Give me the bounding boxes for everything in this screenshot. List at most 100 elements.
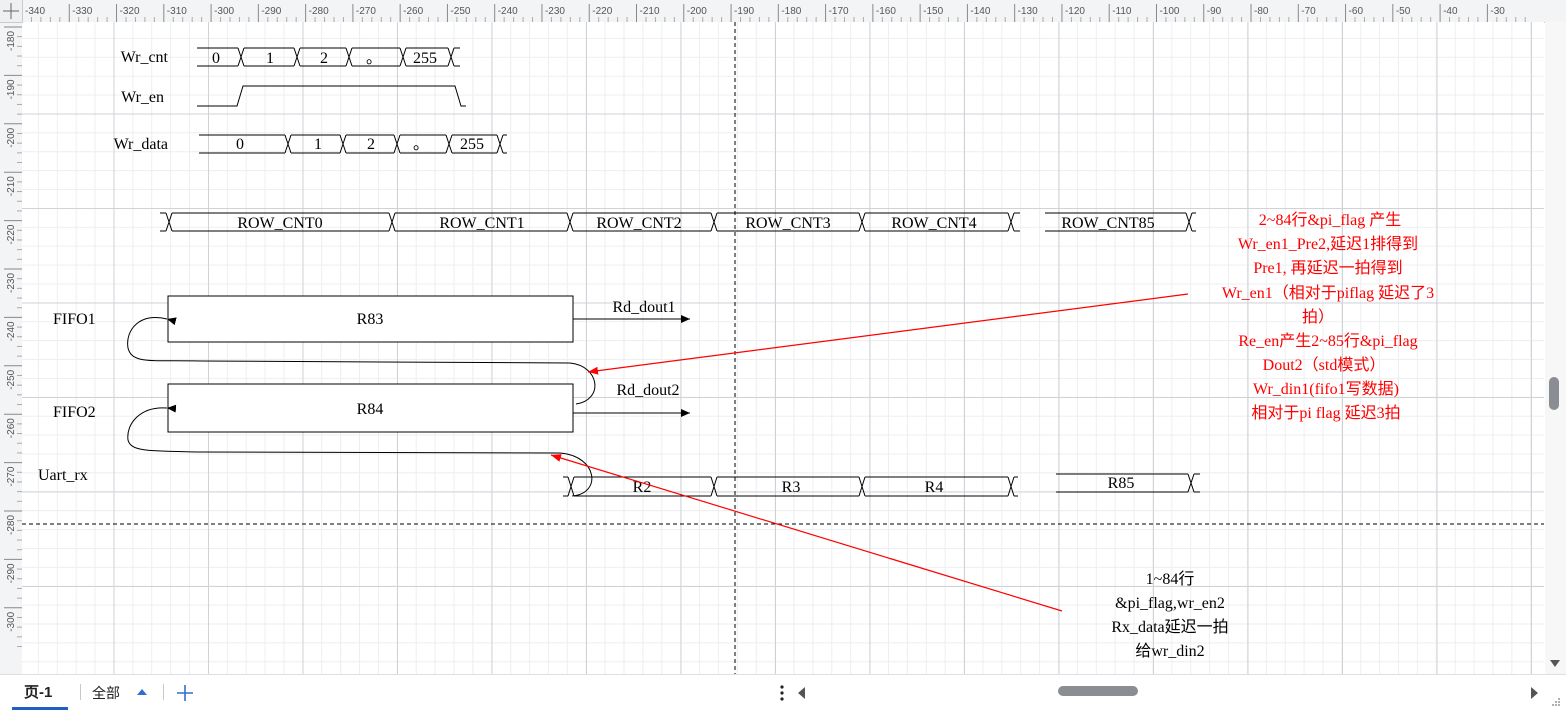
ruler-tick-label: -200 [6,127,17,147]
row-cnt-label: ROW_CNT4 [891,215,976,232]
ruler-tick-label: -290 [261,6,281,17]
ruler-tick-label: -180 [781,6,801,17]
ruler-tick-label: -170 [829,6,849,17]
black-note-line: &pi_flag,wr_en2 [1115,595,1225,612]
separator [163,684,164,700]
ruler-tick-label: -330 [72,6,92,17]
label-wr-en: Wr_en [121,89,164,106]
ruler-tick-label: -60 [1349,6,1364,17]
wr-data-value: 0 [236,136,244,153]
uart-row-label: R3 [782,479,801,496]
all-pages-button[interactable]: 全部 [92,681,158,703]
vertical-ruler-scale: -180 -190 -200 -210 -220 -230 -240 -250 -260 -270… [4,26,22,648]
ruler-tick-label: -160 [876,6,896,17]
drawing-canvas[interactable]: Wr_cnt Wr_en Wr_data FIFO1 FIFO2 Uart_rx… [22,22,1544,674]
label-fifo1: FIFO1 [53,311,96,328]
horizontal-scrollbar[interactable] [812,685,1524,699]
ruler-corner [0,0,23,23]
tab-page-1[interactable]: 页-1 [12,675,68,710]
red-annotation-note: 2~84行&pi_flag 产生 Wr_en1_Pre2,延迟1排得到 Pre1… [1222,211,1434,422]
wr-data-value: 255 [460,136,484,153]
wr-cnt-value: 2 [320,50,328,67]
red-note-line: Wr_din1(fifo1写数据) [1253,380,1399,398]
wr-data-value: 。 [413,136,429,153]
resize-grip-icon[interactable] [1551,697,1561,707]
label-uart-rx: Uart_rx [38,467,88,484]
red-note-line: 2~84行&pi_flag 产生 [1259,211,1401,229]
ruler-tick-label: -90 [1207,6,1222,17]
red-note-line: Dout2（std模式） [1263,356,1386,374]
ruler-tick-label: -70 [1301,6,1316,17]
timing-diagram: Wr_cnt Wr_en Wr_data FIFO1 FIFO2 Uart_rx… [22,22,1544,674]
uart-row-label: R2 [633,479,652,496]
fifo1-box-label: R83 [357,311,384,328]
fifo2-box-label: R84 [357,401,384,418]
status-bar: 页-1 全部 [0,674,1566,711]
ruler-tick-label: -110 [1112,6,1132,17]
ruler-tick-label: -180 [6,31,17,51]
ruler-tick-label: -130 [1018,6,1038,17]
red-pointer-arrow-lower [550,454,1063,612]
scroll-right-arrow-icon[interactable] [1528,686,1540,700]
ruler-tick-label: -270 [6,466,17,486]
vertical-scroll-thumb[interactable] [1549,377,1559,410]
ruler-tick-label: -300 [214,6,234,17]
wr-cnt-value: 。 [366,50,382,67]
ruler-tick-label: -50 [1396,6,1411,17]
ruler-tick-label: -270 [356,6,376,17]
row-cnt-label: ROW_CNT0 [237,215,322,232]
wr-cnt-value: 255 [413,50,437,67]
rd-dout2-label: Rd_dout2 [616,382,679,399]
tab-page-1-label: 页-1 [24,684,53,701]
red-note-line: 相对于pi flag 延迟3拍 [1251,404,1400,422]
ruler-tick-label: -30 [1490,6,1505,17]
row-cnt-label: ROW_CNT2 [596,215,681,232]
ruler-tick-label: -120 [1065,6,1085,17]
ruler-tick-label: -340 [25,6,45,17]
horizontal-scroll-thumb[interactable] [1058,686,1138,696]
row-cnt-label: ROW_CNT85 [1061,215,1154,232]
caret-up-icon [137,689,147,695]
ruler-tick-label: -260 [403,6,423,17]
ruler-tick-label: -220 [6,224,17,244]
wr-en-waveform [197,85,466,107]
vertical-ruler: -180 -190 -200 -210 -220 -230 -240 -250 -260 -270… [0,22,23,674]
plus-icon[interactable] [175,683,195,703]
ruler-tick-label: -260 [6,418,17,438]
wr-data-value: 1 [314,136,322,153]
uart-row-label: R85 [1108,475,1135,492]
wr-cnt-value: 1 [266,50,274,67]
ruler-tick-label: -140 [970,6,990,17]
ruler-tick-label: -190 [6,79,17,99]
ruler-tick-label: -240 [6,321,17,341]
scroll-down-arrow-icon[interactable] [1550,660,1560,667]
uart-row-bus [563,473,1200,497]
ruler-tick-label: -250 [450,6,470,17]
label-wr-data: Wr_data [114,136,168,153]
label-fifo2: FIFO2 [53,404,96,421]
black-annotation-note: 1~84行 &pi_flag,wr_en2 Rx_data延迟一拍 给wr_di… [1111,570,1228,660]
rd-dout1-label: Rd_dout1 [612,299,675,316]
horizontal-ruler: -340 -330 -320 -310 -300 -290 -280 -270 -260 -250… [0,0,1566,23]
red-pointer-arrow-upper [587,293,1189,375]
red-note-line: 拍） [1302,308,1334,326]
ruler-tick-label: -300 [6,611,17,631]
vertical-scrollbar[interactable] [1545,22,1566,674]
vertical-dots-icon[interactable] [778,683,786,703]
ruler-tick-label: -80 [1254,6,1269,17]
label-wr-cnt: Wr_cnt [121,49,169,66]
ruler-tick-label: -220 [592,6,612,17]
ruler-tick-label: -230 [545,6,565,17]
black-note-line: Rx_data延迟一拍 [1111,618,1228,636]
separator [80,684,81,700]
red-note-line: Wr_en1（相对于piflag 延迟了3 [1222,284,1434,302]
horizontal-ruler-scale: -340 -330 -320 -310 -300 -290 -280 -270 -260 -250… [21,4,1526,22]
ruler-tick-label: -280 [309,6,329,17]
wr-cnt-value: 0 [212,50,220,67]
ruler-tick-label: -230 [6,273,17,293]
row-cnt-label: ROW_CNT3 [745,215,830,232]
ruler-tick-label: -280 [6,515,17,535]
scroll-left-arrow-icon[interactable] [796,686,808,700]
black-note-line: 1~84行 [1146,570,1195,588]
all-pages-label: 全部 [92,685,120,701]
